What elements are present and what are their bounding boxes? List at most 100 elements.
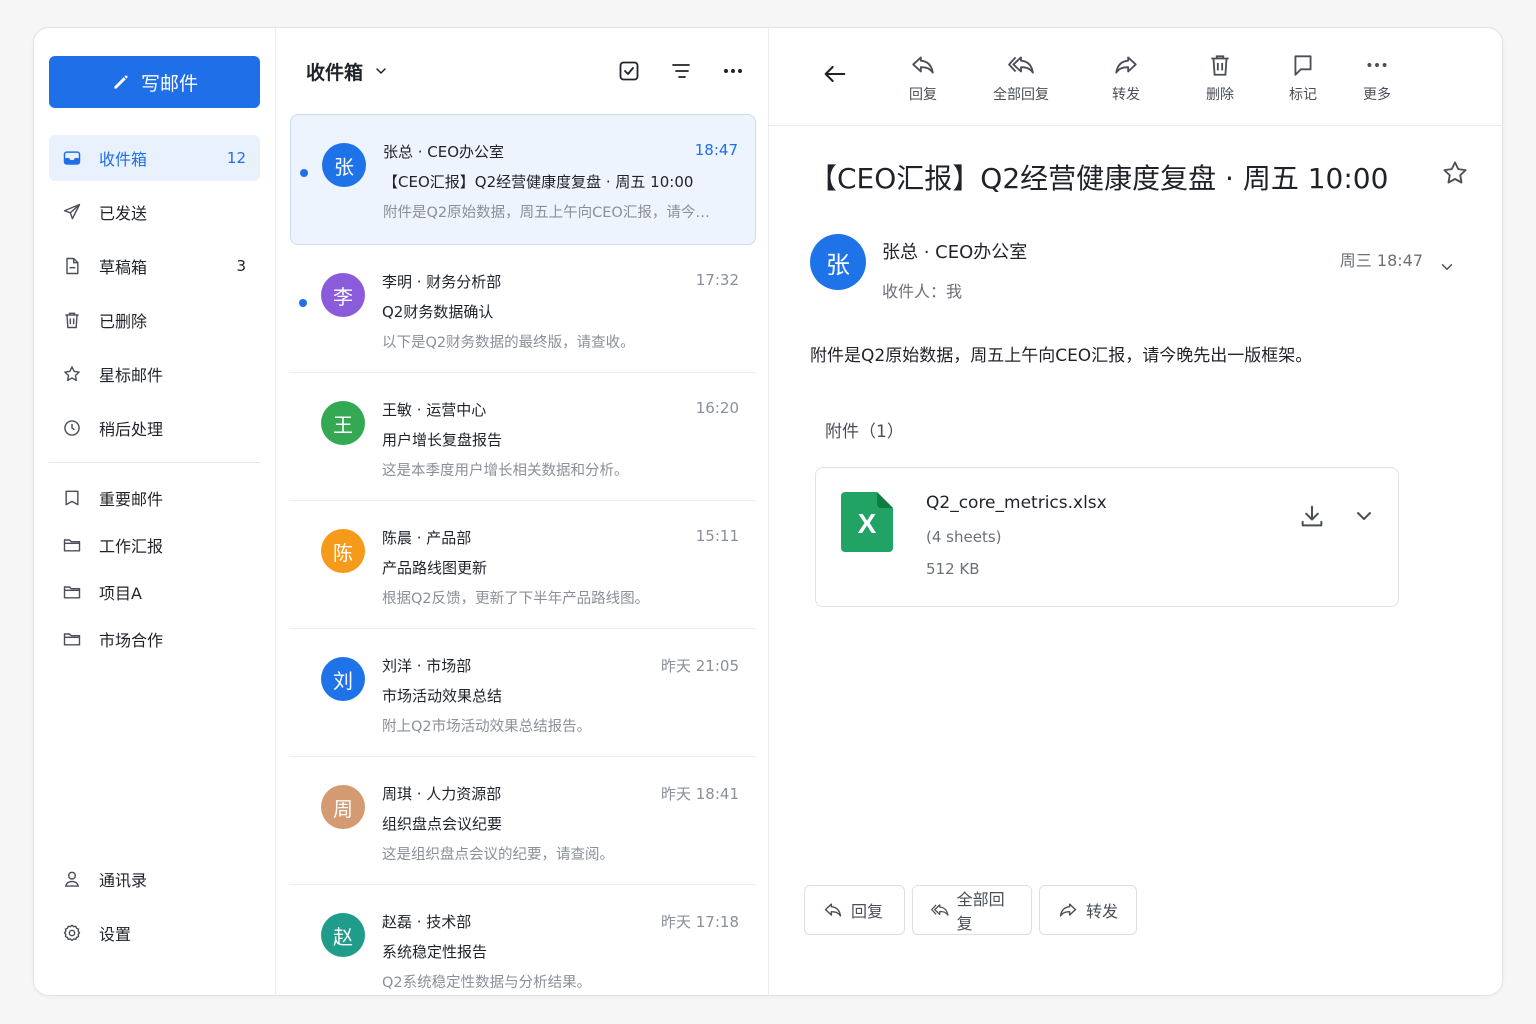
avatar: 刘 xyxy=(321,657,365,701)
recipient-line: 收件人：我 xyxy=(882,282,963,301)
reading-toolbar: 回复 全部回复 转发 删除 标记 更多 xyxy=(769,28,1502,126)
details-toggle[interactable] xyxy=(1438,258,1458,278)
reply-all-icon xyxy=(1008,56,1034,74)
filter-icon xyxy=(672,64,690,78)
nav-item-later[interactable]: 稍后处理 xyxy=(49,405,260,451)
mail-subject: Q2财务数据确认 xyxy=(382,303,494,321)
unread-dot xyxy=(300,169,308,177)
nav-item-deleted[interactable]: 已删除 xyxy=(49,297,260,343)
reply-icon xyxy=(912,56,934,74)
nav-label: 收件箱 xyxy=(99,150,148,169)
list-item[interactable]: 周 周琪 · 人力资源部 昨天 18:41 组织盘点会议纪要 这是组织盘点会议的… xyxy=(290,757,756,885)
list-item[interactable]: 张 张总 · CEO办公室 18:47 【CEO汇报】Q2经营健康度复盘 · 周… xyxy=(290,114,756,245)
mark-button[interactable]: 标记 xyxy=(1289,52,1317,104)
folder-dropdown[interactable]: 收件箱 xyxy=(306,58,389,85)
attachment-menu-button[interactable] xyxy=(1352,504,1376,528)
quick-forward-label: 转发 xyxy=(1086,902,1119,921)
more-icon xyxy=(724,69,742,73)
nav-label: 已删除 xyxy=(99,312,148,331)
attachment-card[interactable]: X Q2_core_metrics.xlsx (4 sheets) 512 KB xyxy=(815,467,1399,607)
list-item[interactable]: 王 王敏 · 运营中心 16:20 用户增长复盘报告 这是本季度用户增长相关数据… xyxy=(290,373,756,501)
nav-item-inbox[interactable]: 收件箱 12 xyxy=(49,135,260,181)
mail-time: 昨天 17:18 xyxy=(661,913,739,931)
reply-label: 回复 xyxy=(909,87,937,103)
nav-item-contacts[interactable]: 通讯录 xyxy=(49,856,260,902)
more-label: 更多 xyxy=(1363,87,1391,103)
filter-button[interactable] xyxy=(668,58,694,84)
download-button[interactable] xyxy=(1298,502,1326,530)
nav-item-drafts[interactable]: 草稿箱 3 xyxy=(49,243,260,289)
mail-time: 18:47 xyxy=(694,141,738,159)
arrow-left-icon xyxy=(824,65,846,83)
quick-forward-button[interactable]: 转发 xyxy=(1039,885,1137,935)
mail-time: 昨天 18:41 xyxy=(661,785,739,803)
star-icon xyxy=(1443,161,1467,184)
folder-label: 重要邮件 xyxy=(99,490,164,509)
list-item[interactable]: 刘 刘洋 · 市场部 昨天 21:05 市场活动效果总结 附上Q2市场活动效果总… xyxy=(290,629,756,757)
select-all-button[interactable] xyxy=(616,58,642,84)
nav-item-starred[interactable]: 星标邮件 xyxy=(49,351,260,397)
nav-label: 稍后处理 xyxy=(99,420,164,439)
sender-name[interactable]: 张总 · CEO办公室 xyxy=(882,238,1027,264)
folder-label: 工作汇报 xyxy=(99,537,164,556)
mail-sender: 张总 · CEO办公室 xyxy=(383,143,505,161)
message-body: 附件是Q2原始数据，周五上午向CEO汇报，请今晚先出一版框架。 xyxy=(810,346,1313,366)
sidebar-divider xyxy=(49,462,260,463)
mail-preview: 附上Q2市场活动效果总结报告。 xyxy=(382,719,592,735)
nav-list: 收件箱 12 已发送 草稿箱 3 已删除 星标邮件 稍后处理 xyxy=(49,135,260,459)
delete-button[interactable]: 删除 xyxy=(1206,52,1234,104)
quick-reply-all-label: 全部回复 xyxy=(956,890,1005,933)
reply-button[interactable]: 回复 xyxy=(909,52,937,104)
folder-label: 市场合作 xyxy=(99,631,164,650)
quick-reply-all-button[interactable]: 全部回复 xyxy=(912,885,1032,935)
mail-app: 写邮件 收件箱 12 已发送 草稿箱 3 已删除 星标邮件 稍后处理 重要邮件 … xyxy=(33,27,1503,996)
mail-sender: 王敏 · 运营中心 xyxy=(382,401,487,419)
reply-all-label: 全部回复 xyxy=(993,87,1049,103)
quick-reply-label: 回复 xyxy=(851,902,884,921)
mail-subject: 【CEO汇报】Q2经营健康度复盘 · 周五 10:00 xyxy=(383,173,694,191)
mail-preview: 这是组织盘点会议的纪要，请查阅。 xyxy=(382,847,614,863)
list-header: 收件箱 xyxy=(276,28,768,114)
star-button[interactable] xyxy=(1440,158,1472,190)
folder-item-project-a[interactable]: 项目A xyxy=(49,569,260,615)
mail-sender: 李明 · 财务分析部 xyxy=(382,273,502,291)
mail-time: 15:11 xyxy=(695,527,739,545)
forward-button[interactable]: 转发 xyxy=(1112,52,1140,104)
mail-time: 16:20 xyxy=(695,399,739,417)
folder-item-market[interactable]: 市场合作 xyxy=(49,616,260,662)
sidebar: 写邮件 收件箱 12 已发送 草稿箱 3 已删除 星标邮件 稍后处理 重要邮件 … xyxy=(34,28,276,995)
reply-all-icon xyxy=(931,904,949,916)
reading-pane: 回复 全部回复 转发 删除 标记 更多 【CEO汇报】Q2经营健康度复盘 · 周… xyxy=(769,28,1502,995)
excel-badge: X xyxy=(858,508,877,539)
reply-all-button[interactable]: 全部回复 xyxy=(993,52,1049,104)
more-button[interactable]: 更多 xyxy=(1363,52,1391,104)
star-icon xyxy=(61,363,83,385)
list-tools xyxy=(616,58,746,84)
attachment-size: 512 KB xyxy=(926,560,980,578)
nav-item-settings[interactable]: 设置 xyxy=(49,910,260,956)
list-item[interactable]: 陈 陈晨 · 产品部 15:11 产品路线图更新 根据Q2反馈，更新了下半年产品… xyxy=(290,501,756,629)
more-icon xyxy=(1367,63,1387,67)
clock-icon xyxy=(61,417,83,439)
quick-reply-button[interactable]: 回复 xyxy=(804,885,905,935)
mail-sender: 刘洋 · 市场部 xyxy=(382,657,472,675)
folder-item-important[interactable]: 重要邮件 xyxy=(49,475,260,521)
list-item[interactable]: 李 李明 · 财务分析部 17:32 Q2财务数据确认 以下是Q2财务数据的最终… xyxy=(290,245,756,373)
list-more-button[interactable] xyxy=(720,58,746,84)
folder-list: 重要邮件 工作汇报 项目A 市场合作 xyxy=(49,475,260,663)
trash-icon xyxy=(1211,55,1229,76)
folder-item-work-report[interactable]: 工作汇报 xyxy=(49,522,260,568)
mail-preview: 以下是Q2财务数据的最终版，请查收。 xyxy=(382,335,635,351)
delete-label: 删除 xyxy=(1206,87,1234,103)
avatar: 张 xyxy=(322,143,366,187)
back-button[interactable] xyxy=(821,60,851,90)
folder-icon xyxy=(61,628,83,650)
compose-button[interactable]: 写邮件 xyxy=(49,56,260,108)
nav-label: 星标邮件 xyxy=(99,366,164,385)
list-title: 收件箱 xyxy=(306,61,364,84)
nav-item-sent[interactable]: 已发送 xyxy=(49,189,260,235)
mail-preview: 根据Q2反馈，更新了下半年产品路线图。 xyxy=(382,591,650,607)
list-item[interactable]: 赵 赵磊 · 技术部 昨天 17:18 系统稳定性报告 Q2系统稳定性数据与分析… xyxy=(290,885,756,995)
forward-icon xyxy=(1115,56,1137,74)
folder-icon xyxy=(61,534,83,556)
